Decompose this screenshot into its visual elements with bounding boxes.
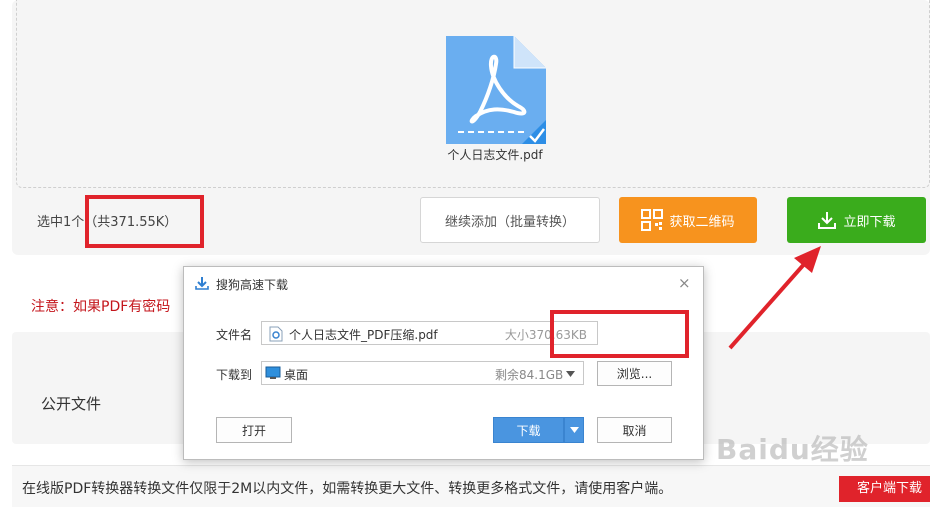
- filename-label: 文件名: [216, 328, 253, 342]
- filename-field[interactable]: 个人日志文件_PDF压缩.pdf 大小370.63KB: [261, 321, 598, 345]
- password-notice: 注意：如果PDF有密码: [31, 299, 171, 315]
- qr-code-label: 获取二维码: [669, 214, 735, 230]
- add-more-button[interactable]: 继续添加（批量转换）: [420, 197, 600, 243]
- saveto-value: 桌面: [284, 368, 309, 382]
- client-download-button[interactable]: 客户端下载: [839, 476, 930, 502]
- chevron-down-icon: [569, 427, 579, 433]
- saveto-label: 下载到: [216, 368, 253, 382]
- download-now-button[interactable]: 立即下载: [787, 197, 926, 243]
- get-qr-code-button[interactable]: 获取二维码: [619, 197, 757, 243]
- file-type-icon: [269, 326, 283, 342]
- pdf-file-icon[interactable]: [444, 34, 548, 146]
- open-button[interactable]: 打开: [216, 417, 292, 443]
- saveto-select[interactable]: 桌面 剩余84.1GB: [261, 361, 584, 385]
- download-button[interactable]: 下载: [493, 417, 564, 443]
- desktop-icon: [265, 366, 281, 379]
- close-icon[interactable]: ×: [678, 274, 691, 292]
- qr-code-icon: [641, 209, 664, 231]
- add-more-label: 继续添加（批量转换）: [444, 214, 575, 230]
- highlight-total-size: [85, 195, 204, 248]
- chevron-down-icon: [566, 371, 575, 377]
- download-now-label: 立即下载: [843, 214, 896, 230]
- free-space: 剩余84.1GB: [495, 368, 564, 382]
- download-options-button[interactable]: [564, 417, 584, 443]
- uploaded-file-name: 个人日志文件.pdf: [447, 148, 543, 162]
- download-dialog: 搜狗高速下载 × 文件名 个人日志文件_PDF压缩.pdf 大小370.63KB…: [183, 266, 704, 460]
- cancel-button[interactable]: 取消: [597, 417, 672, 443]
- selected-count: 选中1个: [37, 215, 85, 230]
- baidu-watermark: Baidu经验: [716, 433, 869, 466]
- filename-value: 个人日志文件_PDF压缩.pdf: [289, 328, 438, 342]
- highlight-file-size: [550, 310, 689, 358]
- browse-button[interactable]: 浏览...: [597, 361, 672, 386]
- size-limit-text: 在线版PDF转换器转换文件仅限于2M以内文件，如需转换更大文件、转换更多格式文件…: [22, 481, 673, 497]
- download-icon: [818, 212, 837, 229]
- dialog-title: 搜狗高速下载: [216, 278, 289, 292]
- download-arrow-icon: [195, 277, 209, 290]
- public-file-label: 公开文件: [41, 395, 102, 413]
